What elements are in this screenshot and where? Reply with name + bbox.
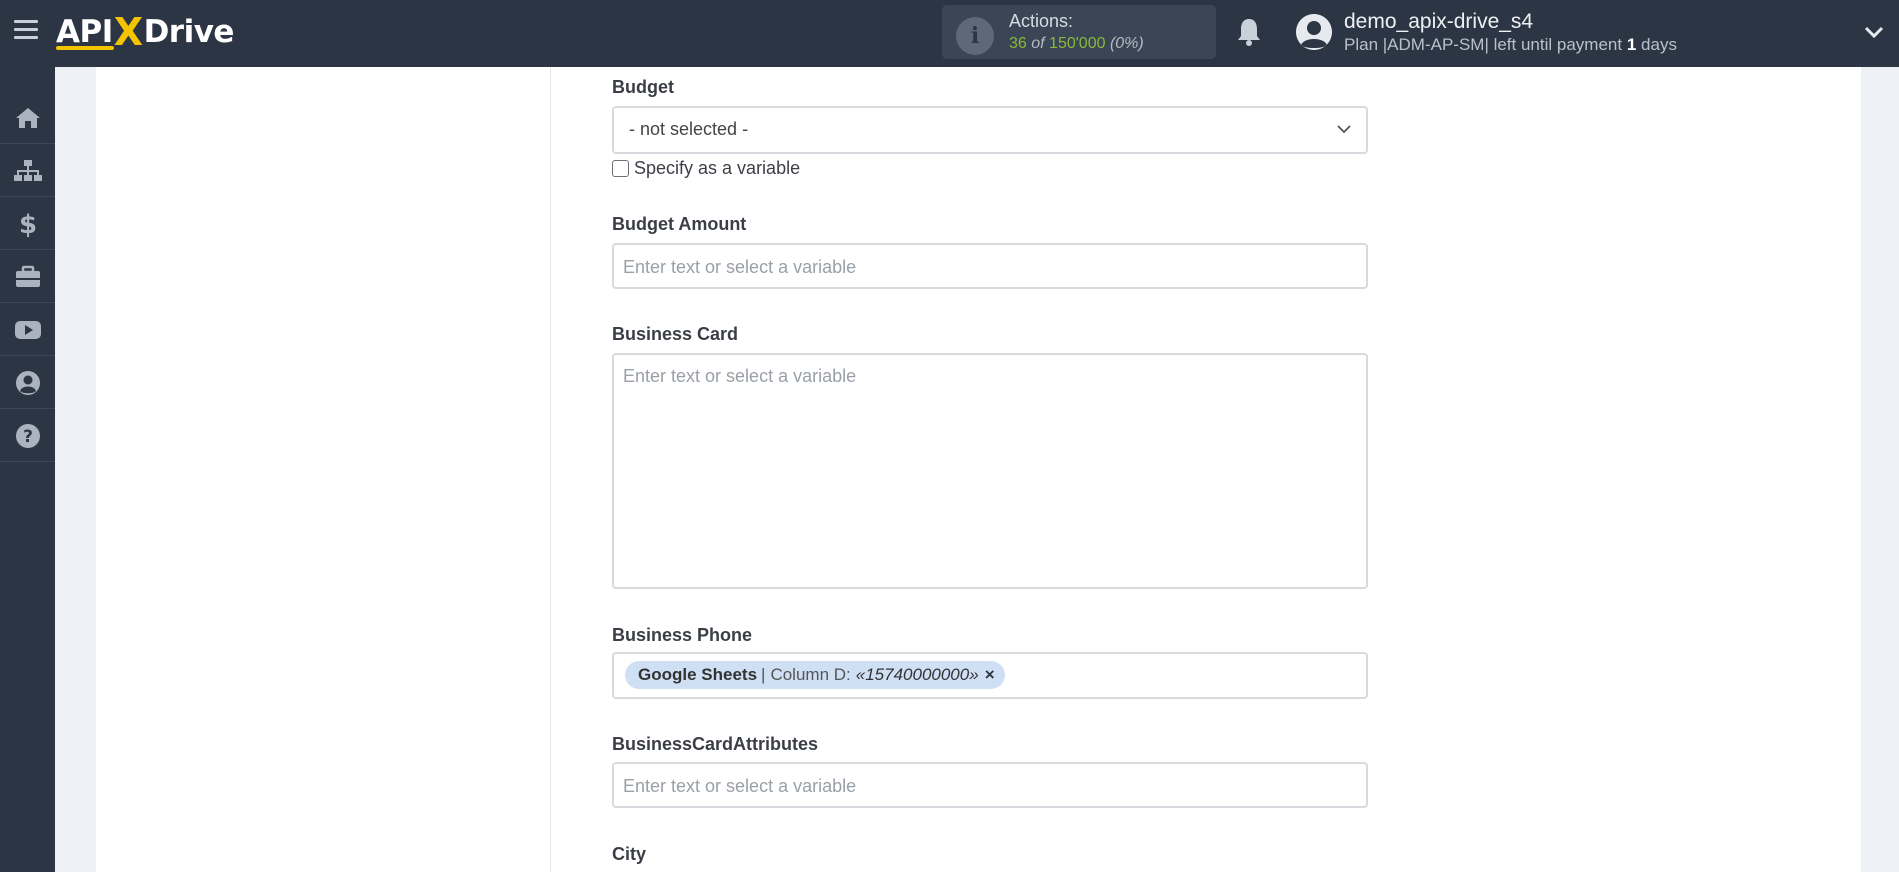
checkbox-label: Specify as a variable — [634, 157, 801, 178]
actions-label: Actions: — [1009, 11, 1074, 31]
chevron-down-icon — [1337, 125, 1351, 134]
budget-label: Budget — [612, 77, 674, 97]
budget-amount-input[interactable]: Enter text or select a variable — [612, 243, 1368, 289]
svg-text:?: ? — [23, 427, 33, 447]
chevron-down-icon[interactable] — [1862, 22, 1886, 42]
briefcase-icon — [15, 265, 40, 287]
sidebar-item-home[interactable] — [0, 92, 55, 144]
sidebar-item-billing[interactable]: $ — [0, 198, 55, 250]
sidebar-item-help[interactable]: ? — [0, 410, 55, 462]
bell-icon[interactable] — [1234, 16, 1264, 48]
business-card-textarea[interactable]: Enter text or select a variable — [612, 353, 1368, 589]
sidebar-item-connections[interactable] — [0, 145, 55, 197]
sidebar-item-videos[interactable] — [0, 304, 55, 356]
plan-info: Plan |ADM-AP-SM| left until payment 1 da… — [1344, 35, 1677, 55]
specify-as-variable-checkbox[interactable]: Specify as a variable — [612, 157, 800, 179]
tag-source: Google Sheets — [638, 665, 758, 684]
city-label: City — [612, 844, 647, 864]
avatar[interactable] — [1296, 14, 1332, 50]
plan-prefix: Plan |ADM-AP-SM| left until payment — [1344, 35, 1623, 54]
budget-select[interactable]: - not selected - — [612, 106, 1368, 154]
username[interactable]: demo_apix-drive_s4 — [1344, 10, 1533, 34]
question-circle-icon: ? — [15, 423, 40, 448]
actions-counter[interactable]: i Actions: 36 of 150'000 (0%) — [942, 5, 1216, 59]
business-phone-input[interactable]: Google Sheets | Column D: «15740000000» … — [612, 652, 1368, 699]
sidebar-item-profile[interactable] — [0, 357, 55, 409]
menu-icon[interactable] — [14, 20, 38, 44]
business-card-attributes-label: BusinessCardAttributes — [612, 734, 819, 754]
sitemap-icon — [13, 159, 42, 181]
business-card-attributes-input[interactable]: Enter text or select a variable — [612, 762, 1368, 808]
actions-of: of — [1031, 35, 1045, 52]
business-phone-label: Business Phone — [612, 625, 753, 645]
checkbox-box[interactable] — [612, 159, 629, 177]
tag-value: «15740000000» — [855, 665, 979, 684]
budget-amount-placeholder: Enter text or select a variable — [623, 257, 857, 277]
svg-text:$: $ — [18, 210, 36, 238]
variable-tag[interactable]: Google Sheets | Column D: «15740000000» … — [625, 661, 1005, 689]
apix-drive-logo[interactable]: API X Drive — [56, 8, 234, 56]
actions-limit: 150'000 — [1049, 35, 1106, 52]
business-card-placeholder: Enter text or select a variable — [623, 366, 857, 386]
tag-separator: | — [761, 665, 766, 684]
business-card-label: Business Card — [612, 324, 739, 344]
home-icon — [15, 107, 40, 128]
business-card-attributes-placeholder: Enter text or select a variable — [623, 776, 857, 796]
budget-amount-label: Budget Amount — [612, 214, 747, 234]
sidebar: $ ? — [0, 67, 55, 872]
info-icon: i — [956, 17, 994, 55]
budget-selected-value: - not selected - — [629, 119, 749, 139]
user-circle-icon — [15, 370, 40, 395]
logo-x: X — [113, 10, 143, 54]
actions-used: 36 — [1009, 35, 1027, 52]
left-panel — [96, 67, 550, 872]
plan-days-count: 1 — [1626, 35, 1637, 54]
sidebar-item-services[interactable] — [0, 251, 55, 303]
youtube-icon — [14, 320, 41, 339]
logo-underline — [56, 46, 114, 50]
plan-days-suffix: days — [1641, 35, 1677, 54]
tag-column: Column D: — [770, 665, 851, 684]
logo-api: API — [56, 14, 113, 50]
actions-value: 36 of 150'000 (0%) — [1009, 35, 1144, 53]
top-bar: API X Drive i Actions: 36 of 150'000 (0%) … — [0, 0, 1899, 67]
dollar-icon: $ — [18, 210, 36, 238]
logo-drive: Drive — [143, 14, 235, 50]
close-icon[interactable]: × — [985, 665, 995, 685]
actions-percent: (0%) — [1109, 35, 1144, 52]
